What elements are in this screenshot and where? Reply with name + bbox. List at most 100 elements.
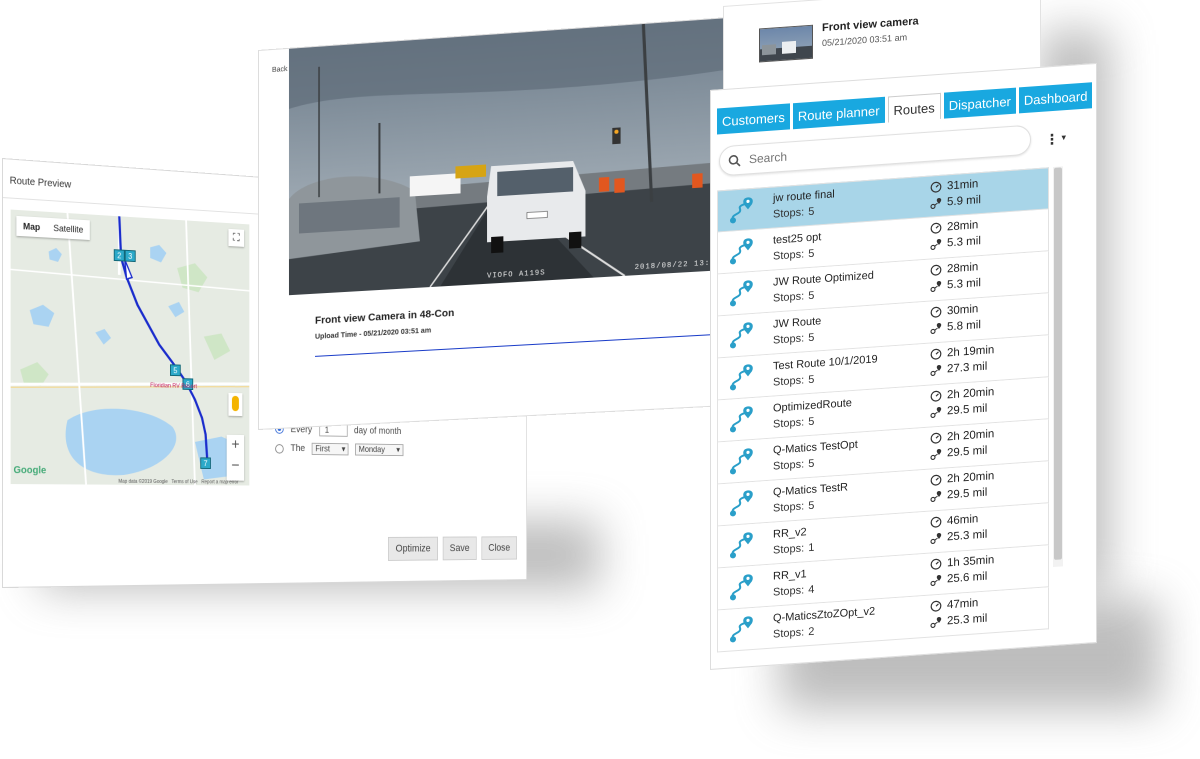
chevron-down-icon: ▾ <box>396 445 400 455</box>
zoom-control: + − <box>227 435 244 481</box>
google-logo: Google <box>14 465 47 476</box>
weekday-select[interactable]: Monday ▾ <box>355 443 403 456</box>
route-duration: 47min <box>930 597 978 612</box>
notification-time: 05/21/2020 03:51 am <box>822 32 907 48</box>
map-type-map[interactable]: Map <box>16 216 46 238</box>
route-stops: Stops: 1 <box>773 542 814 557</box>
distance-value: 25.3 mil <box>947 529 987 544</box>
zoom-in-button[interactable]: + <box>227 435 244 456</box>
route-duration: 46min <box>930 513 978 528</box>
speedometer-icon <box>930 181 942 194</box>
route-duration: 2h 20min <box>930 386 994 402</box>
route-duration: 28min <box>930 219 978 234</box>
route-icon <box>728 196 756 226</box>
duration-value: 47min <box>947 597 978 611</box>
the-label: The <box>291 443 306 454</box>
distance-value: 29.5 mil <box>947 445 987 460</box>
stops-count: 2 <box>808 626 814 638</box>
route-map[interactable]: 2 3 5 6 7 Floridian RV Resort Map Satell… <box>11 210 250 486</box>
stops-count: 4 <box>808 584 814 596</box>
stops-label: Stops: <box>773 500 804 514</box>
stops-label: Stops: <box>773 416 804 430</box>
map-type-satellite[interactable]: Satellite <box>47 218 90 240</box>
route-marker[interactable]: 3 <box>125 250 136 262</box>
route-stops: Stops: 5 <box>773 332 814 347</box>
thumbnail-image <box>760 26 813 63</box>
route-name: JW Route Optimized <box>773 270 874 289</box>
terms-link[interactable]: Terms of Use <box>171 479 197 485</box>
camera-panel: Back VIOFO A119S 2018/08/22 13:11: Front… <box>258 17 730 430</box>
route-name: Test Route 10/1/2019 <box>773 353 878 372</box>
search-input[interactable] <box>749 135 989 166</box>
stops-label: Stops: <box>773 206 804 220</box>
route-name: JW Route <box>773 315 821 330</box>
stops-count: 5 <box>808 458 814 470</box>
radio-the[interactable] <box>275 444 284 454</box>
map-footer: Map data ©2019 Google Terms of Use Repor… <box>118 479 238 486</box>
stops-count: 5 <box>808 416 814 428</box>
close-button[interactable]: Close <box>481 536 517 560</box>
route-stops: Stops: 5 <box>773 416 814 431</box>
route-icon <box>728 573 756 603</box>
distance-value: 5.8 mil <box>947 319 981 333</box>
route-distance: 29.5 mil <box>930 403 987 419</box>
distance-icon <box>930 490 942 503</box>
speedometer-icon <box>930 558 942 571</box>
route-distance: 5.3 mil <box>930 277 981 293</box>
route-icon <box>728 489 756 519</box>
route-duration: 2h 20min <box>930 428 994 444</box>
route-distance: 5.3 mil <box>930 235 981 251</box>
save-button[interactable]: Save <box>443 536 477 560</box>
scrollbar[interactable] <box>1053 166 1063 567</box>
route-marker[interactable]: 7 <box>200 457 211 469</box>
route-stops: Stops: 4 <box>773 584 814 599</box>
map-type-toggle: Map Satellite <box>16 216 89 240</box>
speedometer-icon <box>930 222 942 235</box>
speedometer-icon <box>930 306 942 319</box>
scrollbar-thumb[interactable] <box>1054 167 1062 560</box>
distance-value: 5.3 mil <box>947 235 981 249</box>
tab-dashboard[interactable]: Dashboard <box>1019 82 1093 113</box>
optimize-button[interactable]: Optimize <box>388 537 438 561</box>
route-duration: 30min <box>930 303 978 318</box>
zoom-out-button[interactable]: − <box>227 456 244 477</box>
route-marker[interactable]: 2 <box>114 249 125 261</box>
ordinal-value: First <box>315 444 330 454</box>
duration-value: 31min <box>947 179 978 192</box>
chevron-down-icon: ▾ <box>342 444 346 454</box>
stops-label: Stops: <box>773 374 804 388</box>
route-stops: Stops: 5 <box>773 207 814 221</box>
route-name: RR_v2 <box>773 526 807 540</box>
route-marker[interactable]: 5 <box>170 364 181 376</box>
duration-value: 2h 19min <box>947 344 994 359</box>
speedometer-icon <box>930 348 942 361</box>
duration-value: 30min <box>947 303 978 317</box>
route-icon <box>728 363 756 393</box>
route-distance: 25.3 mil <box>930 529 987 545</box>
route-stops: Stops: 5 <box>773 458 814 473</box>
tab-route-planner[interactable]: Route planner <box>793 97 885 129</box>
distance-icon <box>930 616 942 629</box>
tab-routes[interactable]: Routes <box>888 93 941 123</box>
camera-video[interactable]: VIOFO A119S 2018/08/22 13:11: <box>289 18 731 295</box>
route-stops: Stops: 5 <box>773 500 814 515</box>
chevron-down-icon: ▾ <box>1059 132 1066 142</box>
report-error-link[interactable]: Report a map error <box>201 479 238 485</box>
ordinal-select[interactable]: First ▾ <box>312 443 349 456</box>
search-box <box>719 125 1031 177</box>
pegman-icon[interactable] <box>228 393 242 416</box>
tab-dispatcher[interactable]: Dispatcher <box>944 88 1016 119</box>
route-icon <box>728 279 756 309</box>
stops-label: Stops: <box>773 290 804 304</box>
camera-thumbnail[interactable] <box>759 25 813 63</box>
distance-icon <box>930 364 942 377</box>
route-name: RR_v1 <box>773 568 807 582</box>
back-link[interactable]: Back <box>272 66 288 74</box>
more-options-icon[interactable]: ⋮ ▾ <box>1045 130 1066 148</box>
stops-label: Stops: <box>773 332 804 346</box>
tab-customers[interactable]: Customers <box>717 103 790 134</box>
speedometer-icon <box>930 516 942 529</box>
speedometer-icon <box>930 432 942 445</box>
route-name: Q-Matics TestOpt <box>773 439 858 457</box>
fullscreen-icon[interactable]: ⛶ <box>228 229 244 247</box>
